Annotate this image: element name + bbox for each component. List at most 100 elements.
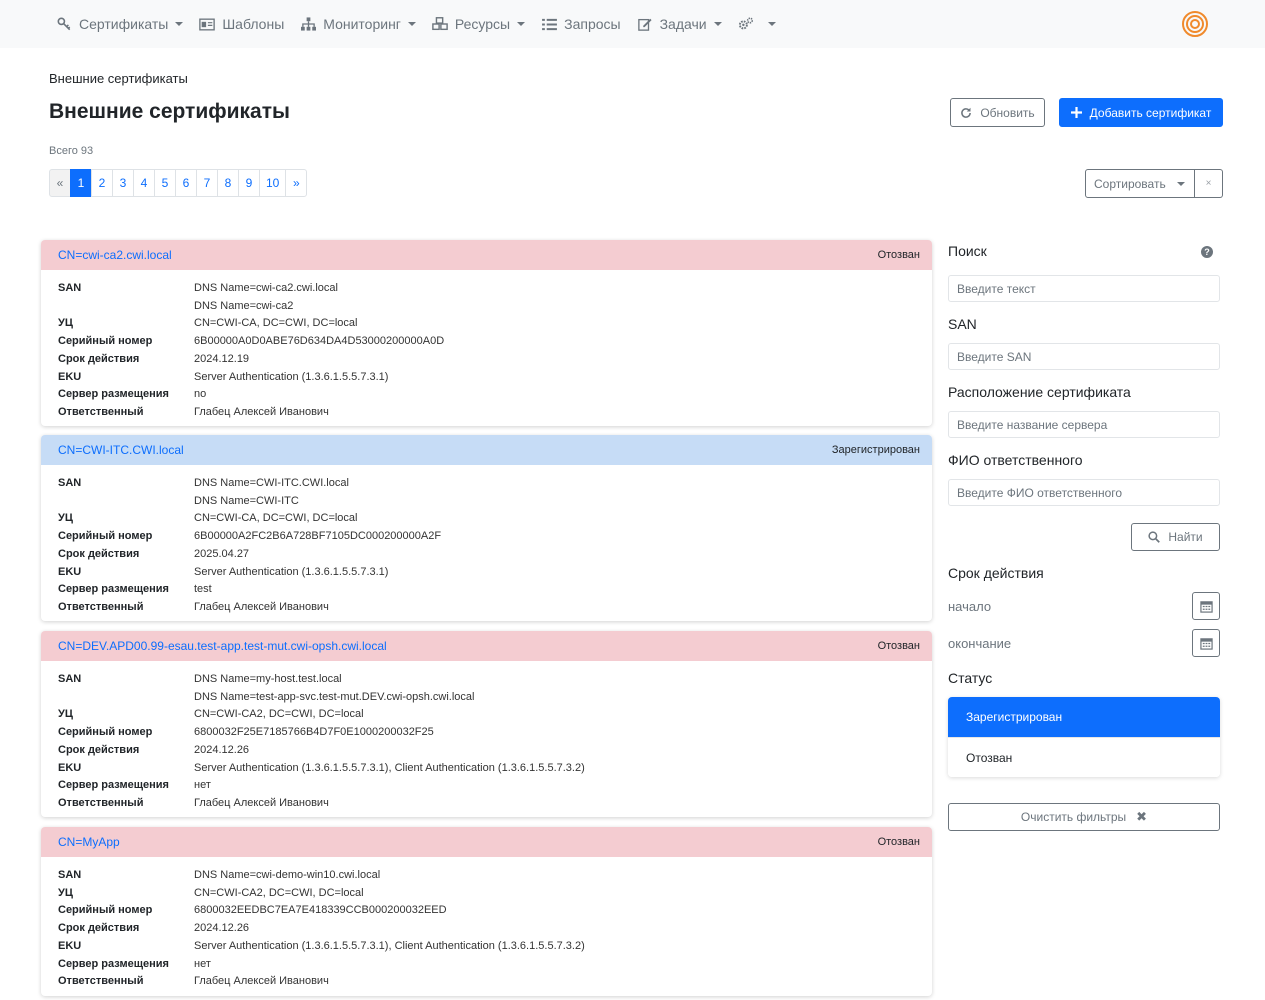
end-date-calendar-button[interactable] (1192, 629, 1220, 657)
certificate-cn-link[interactable]: CN=cwi-ca2.cwi.local (58, 248, 172, 262)
pagination-page[interactable]: 2 (91, 169, 113, 197)
close-icon: ✖ (1136, 809, 1148, 824)
detail-key: УЦ (58, 886, 73, 899)
top-navbar: Сертификаты Шаблоны Мониторинг Ресурсы Запро… (0, 0, 1265, 48)
pagination-page[interactable]: 1 (70, 169, 92, 197)
detail-value: 2025.04.27 (194, 547, 250, 560)
certificate-cn-link[interactable]: CN=DEV.APD00.99-esau.test-app.test-mut.c… (58, 639, 387, 653)
find-label: Найти (1168, 530, 1203, 544)
nav-item-label: Сертификаты (79, 16, 169, 32)
detail-value: CN=CWI-CA2, DC=CWI, DC=local (194, 708, 364, 721)
detail-key: Сервер размещения (58, 388, 169, 401)
status-option[interactable]: Отозван (948, 737, 1220, 777)
refresh-button[interactable]: Обновить (950, 98, 1045, 127)
detail-key: Серийный номер (58, 726, 153, 739)
certificate-card-header: CN=MyApp Отозван (41, 827, 932, 857)
pagination-page[interactable]: 3 (112, 169, 134, 197)
san-input[interactable] (948, 343, 1220, 370)
status-option[interactable]: Зарегистрирован (948, 697, 1220, 737)
nav-item-item5[interactable]: Задачи (637, 0, 722, 48)
detail-value: DNS Name=CWI-ITC (194, 494, 299, 507)
detail-key: Срок действия (58, 547, 140, 560)
certificate-details: SAN DNS Name=CWI-ITC.CWI.local DNS Name=CW… (41, 465, 932, 625)
brand-logo[interactable] (1181, 10, 1209, 38)
pagination-page[interactable]: 7 (196, 169, 218, 197)
detail-row: Серийный номер 6800032F25E7185766B4D7F0E1… (58, 724, 915, 742)
sort-clear-button[interactable]: × (1195, 169, 1223, 198)
detail-value: 6B00000A0D0ABE76D634DA4D53000200000A0D (194, 335, 445, 348)
nav-item-item2[interactable]: Мониторинг (300, 0, 416, 48)
find-button[interactable]: Найти (1131, 523, 1220, 551)
detail-row: Серийный номер 6800032EEDBC7EA7E418339CCB… (58, 902, 915, 920)
pagination-page[interactable]: 9 (238, 169, 260, 197)
pagination-page[interactable]: 10 (259, 169, 287, 197)
detail-row: SAN DNS Name=CWI-ITC.CWI.local (58, 475, 915, 493)
sort-group: Сортировать × (1085, 169, 1223, 198)
nav-item-label: Запросы (564, 16, 621, 32)
detail-value: DNS Name=cwi-demo-win10.cwi.local (194, 869, 381, 881)
nav-item-item4[interactable]: Запросы (541, 0, 621, 48)
sort-dropdown[interactable]: Сортировать (1085, 169, 1195, 198)
detail-value: DNS Name=my-host.test.local (194, 673, 342, 685)
sort-label: Сортировать (1094, 176, 1166, 191)
detail-key (58, 689, 194, 707)
detail-value: нет (194, 957, 211, 970)
detail-value: Глабец Алексей Иванович (194, 796, 329, 809)
pagination-page[interactable]: 6 (175, 169, 197, 197)
nav-item-label: Мониторинг (323, 16, 401, 32)
help-icon[interactable]: ? (1201, 246, 1213, 258)
certificate-details: SAN DNS Name=cwi-demo-win10.cwi.local УЦ CN… (41, 857, 932, 999)
detail-value: Server Authentication (1.3.6.1.5.5.7.3.1… (194, 939, 585, 952)
detail-key: SAN (58, 673, 82, 685)
detail-row: Срок действия 2024.12.19 (58, 351, 915, 369)
detail-value: test (194, 583, 212, 596)
detail-row: EKU Server Authentication (1.3.6.1.5.5.7.… (58, 564, 915, 582)
detail-row: SAN DNS Name=cwi-demo-win10.cwi.local (58, 867, 915, 885)
start-date-label: начало (948, 599, 992, 614)
certificate-card: CN=CWI-ITC.CWI.local Зарегистрирован SAN DN… (41, 435, 932, 621)
detail-key (58, 298, 194, 316)
detail-key: SAN (58, 869, 82, 881)
certificate-card-header: CN=CWI-ITC.CWI.local Зарегистрирован (41, 435, 932, 465)
edit-icon (637, 16, 653, 32)
add-certificate-button[interactable]: Добавить сертификат (1059, 98, 1223, 127)
detail-key: Сервер размещения (58, 957, 169, 970)
add-certificate-label: Добавить сертификат (1089, 105, 1212, 120)
pagination-page[interactable]: 4 (133, 169, 155, 197)
detail-row: DNS Name=test-app-svc.test-mut.DEV.cwi-o… (58, 689, 915, 707)
nav-item-item1[interactable]: Шаблоны (199, 0, 284, 48)
detail-key: УЦ (58, 512, 73, 525)
detail-value: 6800032F25E7185766B4D7F0E1000200032F25 (194, 726, 434, 739)
server-input[interactable] (948, 411, 1220, 438)
detail-key: Серийный номер (58, 904, 153, 917)
nav-item-settings[interactable] (738, 0, 776, 48)
detail-value: no (194, 388, 207, 401)
nav-item-item0[interactable]: Сертификаты (56, 0, 184, 48)
certificate-card-header: CN=cwi-ca2.cwi.local Отозван (41, 240, 932, 270)
certificate-cn-link[interactable]: CN=MyApp (58, 835, 120, 849)
location-label: Расположение сертификата (948, 384, 1131, 400)
cogs-icon (738, 16, 754, 32)
detail-key: Срок действия (58, 743, 140, 756)
chevron-down-icon (713, 22, 722, 26)
search-input[interactable] (948, 275, 1220, 302)
pagination-next[interactable]: » (285, 169, 308, 197)
pagination-page[interactable]: 5 (154, 169, 176, 197)
nav-item-item3[interactable]: Ресурсы (432, 0, 526, 48)
detail-key: Ответственный (58, 975, 144, 988)
certificate-card: CN=MyApp Отозван SAN DNS Name=cwi-demo-win1… (41, 827, 932, 996)
end-date-label: окончание (948, 636, 1012, 651)
page-title: Внешние сертификаты (49, 100, 290, 123)
clear-filters-button[interactable]: Очистить фильтры ✖ (948, 803, 1220, 831)
owner-input[interactable] (948, 479, 1220, 506)
certificate-cn-link[interactable]: CN=CWI-ITC.CWI.local (58, 443, 184, 457)
start-date-calendar-button[interactable] (1192, 592, 1220, 620)
detail-row: Ответственный Глабец Алексей Иванович (58, 973, 915, 991)
pagination-prev[interactable]: « (49, 169, 71, 197)
status-list: Зарегистрирован Отозван (948, 697, 1220, 777)
detail-value: 2024.12.19 (194, 352, 250, 365)
pagination-page[interactable]: 8 (217, 169, 239, 197)
detail-value: CN=CWI-CA2, DC=CWI, DC=local (194, 886, 364, 899)
detail-key: Срок действия (58, 922, 140, 935)
detail-key: SAN (58, 477, 82, 489)
